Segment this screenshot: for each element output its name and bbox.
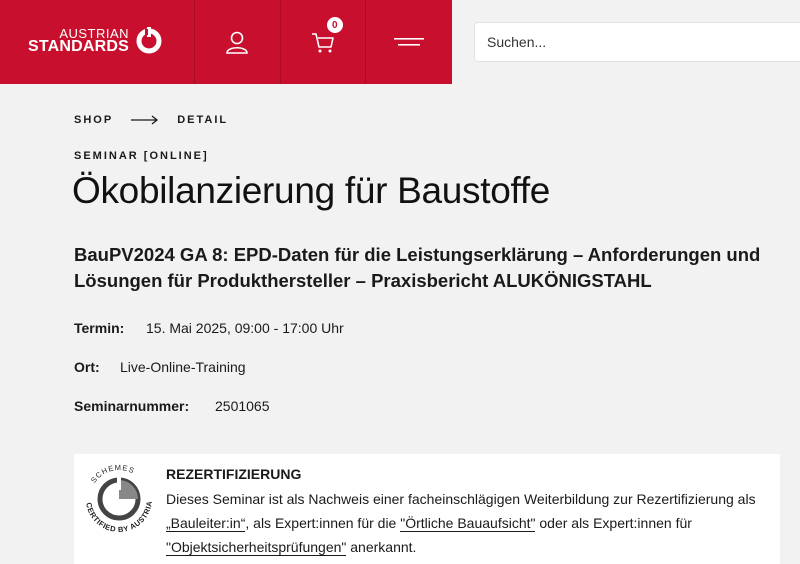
- meta-date: Termin: 15. Mai 2025, 09:00 - 17:00 Uhr: [74, 320, 344, 336]
- menu-button[interactable]: [366, 0, 452, 84]
- location-label: Ort:: [74, 359, 100, 375]
- meta-location: Ort: Live-Online-Training: [74, 359, 246, 375]
- date-value: 15. Mai 2025, 09:00 - 17:00 Uhr: [146, 320, 344, 336]
- page-subtitle: BauPV2024 GA 8: EPD-Daten für die Leistu…: [74, 244, 761, 291]
- location-value: Live-Online-Training: [120, 359, 246, 375]
- logo-mark-icon: [136, 27, 162, 54]
- recertification-text: Dieses Seminar ist als Nachweis einer fa…: [166, 491, 756, 556]
- arrow-right-icon: [131, 115, 159, 125]
- seminar-number-label: Seminarnummer:: [74, 398, 190, 414]
- hamburger-menu-icon: [394, 38, 425, 46]
- page-title: Ökobilanzierung für Baustoffe: [72, 170, 551, 211]
- link-oertliche-bauaufsicht[interactable]: "Örtliche Bauaufsicht": [400, 515, 536, 532]
- breadcrumb-shop[interactable]: SHOP: [74, 114, 113, 126]
- seminar-number-value: 2501065: [215, 398, 270, 414]
- search-input[interactable]: [474, 22, 800, 62]
- cart-icon: [312, 33, 334, 53]
- certified-seal-icon: SCHEMES CERTIFIED BY AUSTRIAN STANDARDS: [76, 456, 154, 534]
- account-button[interactable]: [195, 0, 281, 84]
- meta-seminar-number: Seminarnummer: 2501065: [74, 398, 270, 414]
- cart-button[interactable]: 0: [281, 0, 367, 84]
- user-icon: [226, 31, 249, 54]
- breadcrumb-detail: DETAIL: [177, 114, 229, 126]
- recertification-heading: REZERTIFIZIERUNG: [166, 466, 302, 482]
- link-bauleiter[interactable]: „Bauleiter:in“: [166, 515, 246, 532]
- cart-count-badge: 0: [326, 17, 343, 33]
- date-label: Termin:: [74, 320, 125, 336]
- site-header: AUSTRIAN STANDARDS 0: [0, 0, 452, 84]
- recertification-box: SCHEMES CERTIFIED BY AUSTRIAN STANDARDS …: [74, 454, 780, 564]
- logo-cell: AUSTRIAN STANDARDS: [0, 0, 196, 84]
- logo-line2: STANDARDS: [28, 38, 130, 55]
- austrian-standards-logo[interactable]: AUSTRIAN STANDARDS: [28, 27, 163, 55]
- link-objektsicherheitspruefungen[interactable]: "Objektsicherheitsprüfungen": [166, 539, 347, 556]
- seminar-type-label: SEMINAR [ONLINE]: [74, 150, 209, 162]
- breadcrumb: SHOP DETAIL: [74, 114, 228, 126]
